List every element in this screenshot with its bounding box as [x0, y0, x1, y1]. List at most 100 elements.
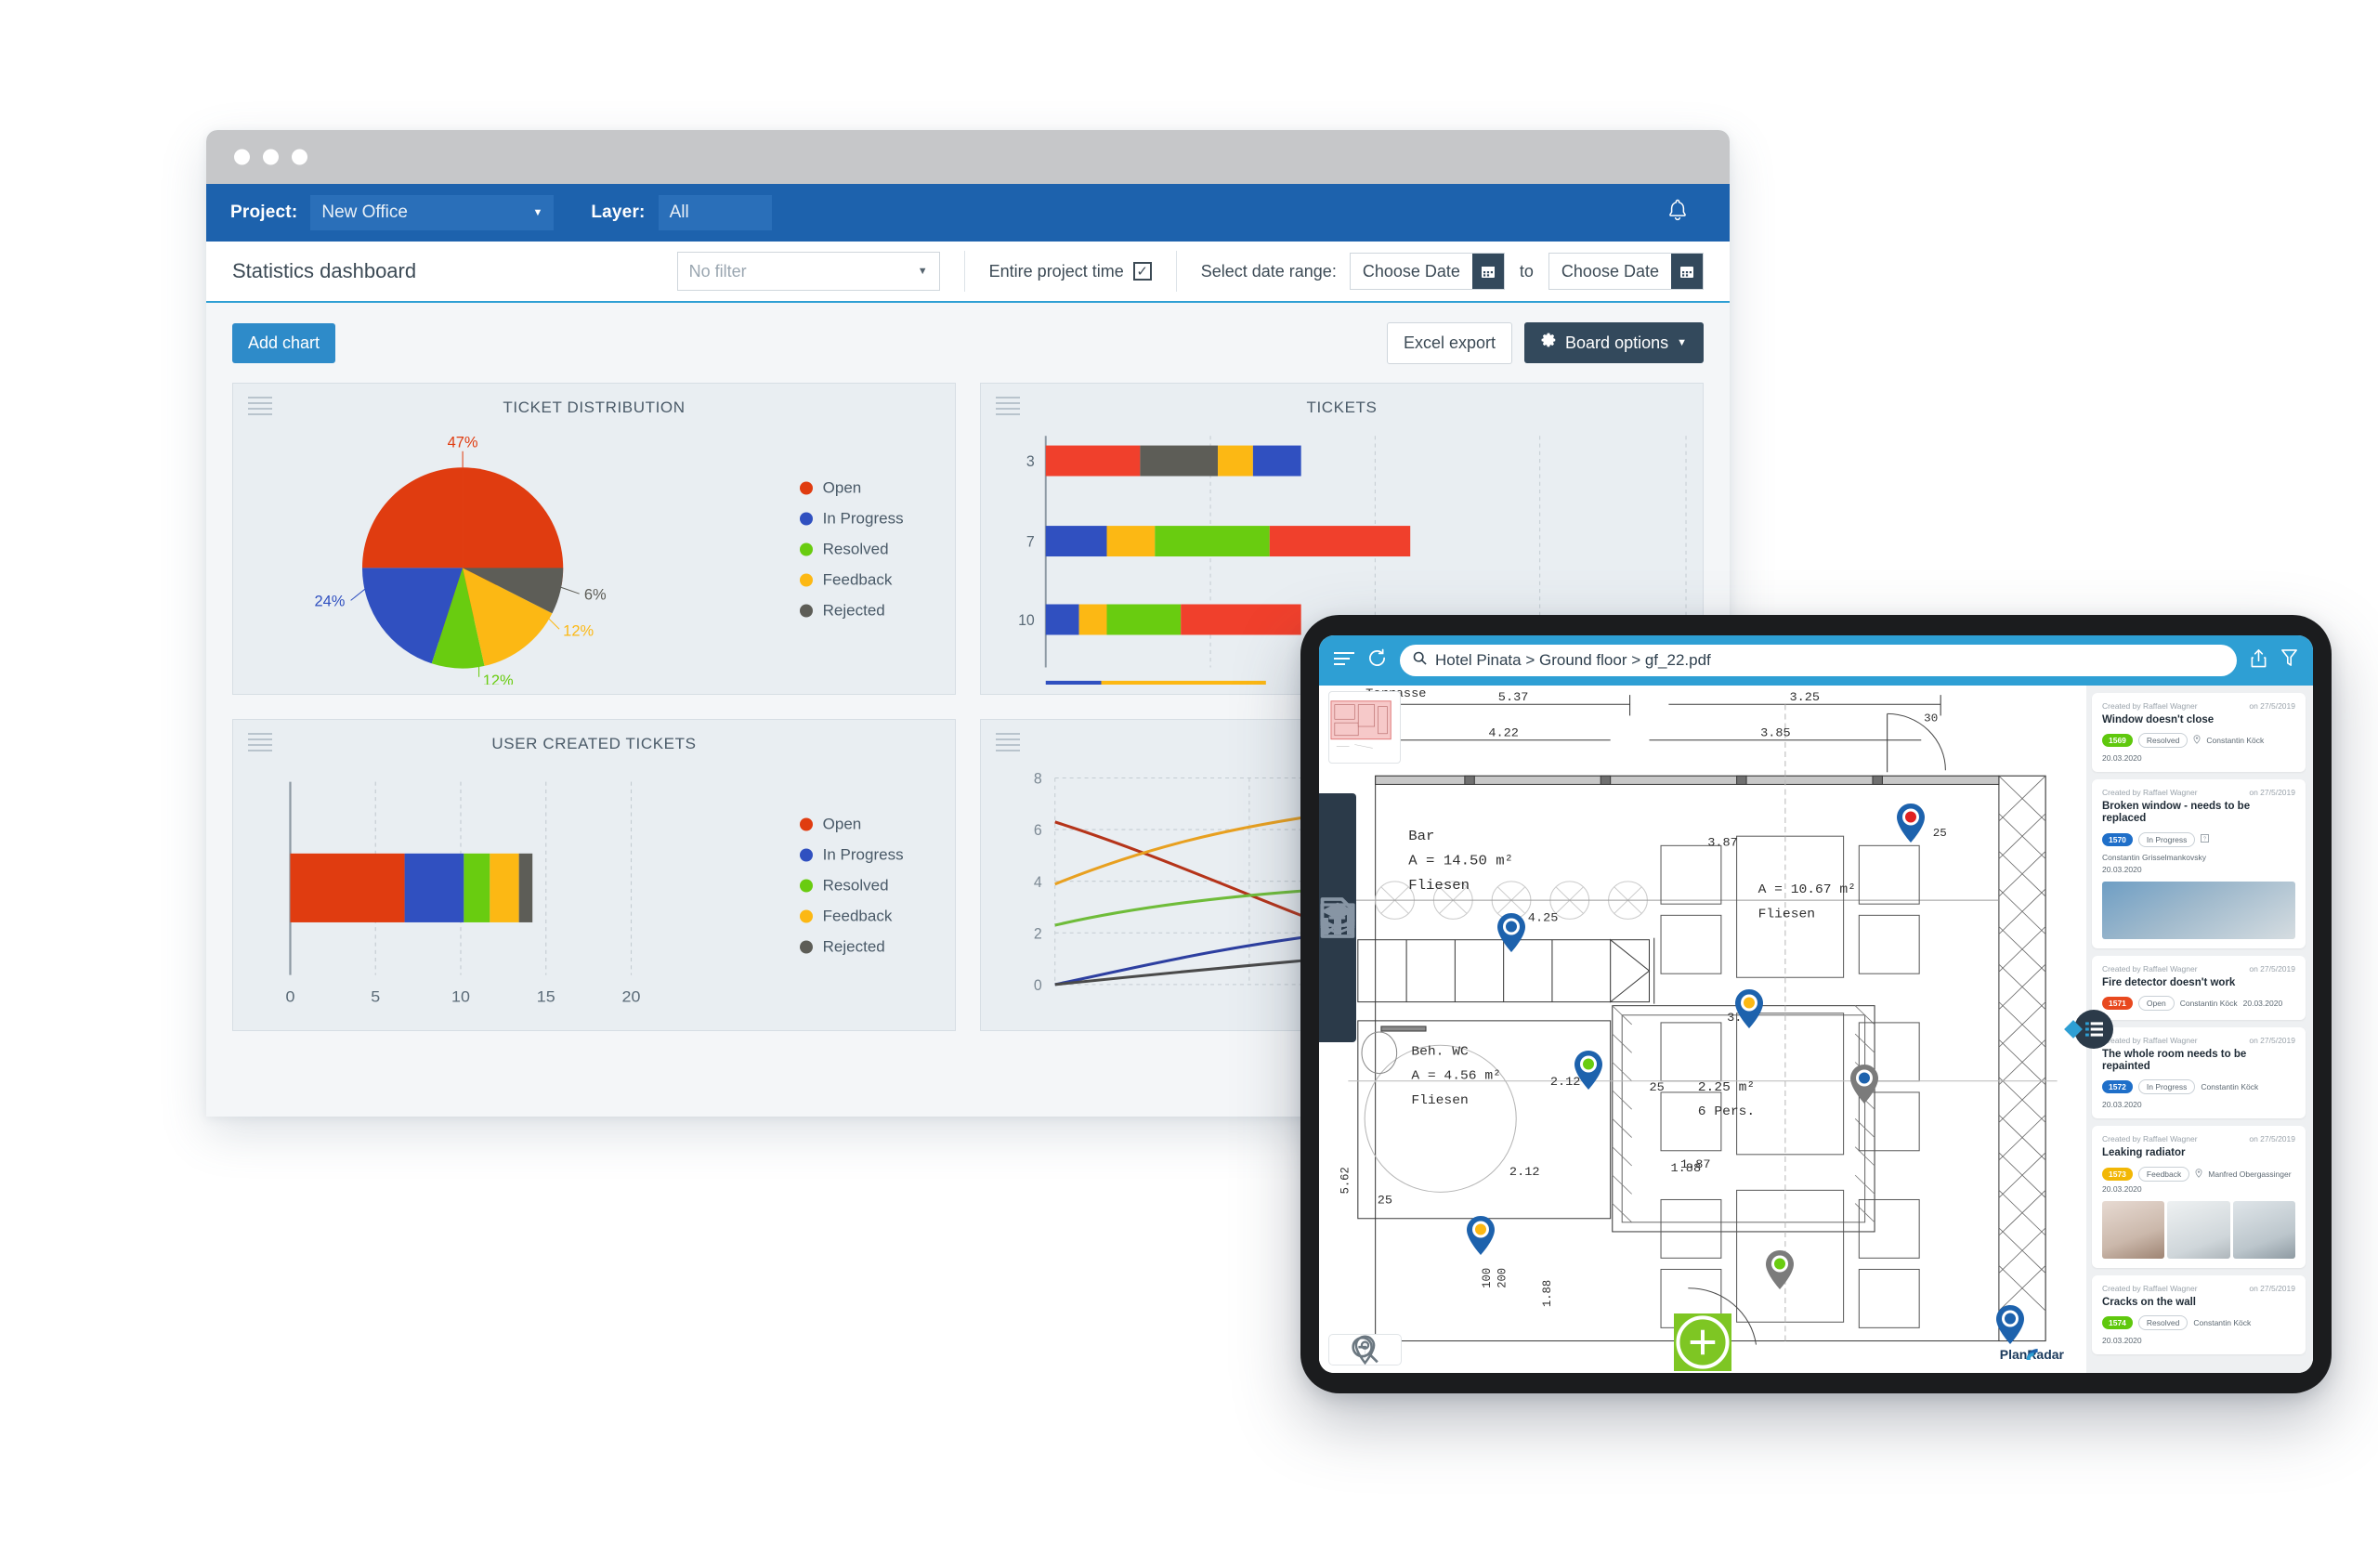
ticket-list-panel[interactable]: Created by Raffael Wagner on 27/5/2019 W… — [2086, 686, 2313, 1373]
axis-tick-label: 8 — [1034, 770, 1042, 787]
pie-slices — [361, 467, 564, 669]
pie-label-open: 47% — [448, 435, 478, 451]
ticket-photos — [2102, 1200, 2295, 1259]
plan-pin-blue[interactable] — [1496, 912, 1527, 953]
drag-handle-icon[interactable] — [996, 733, 1020, 755]
chart-card-user-created-tickets[interactable]: USER CREATED TICKETS 0 5 10 15 20 Open I… — [232, 719, 956, 1031]
layer-select-value: All — [669, 203, 689, 222]
axis-tick-label: 4 — [1034, 874, 1042, 891]
ticket-date: on 27/5/2019 — [2249, 788, 2295, 798]
plan-pin-grey-green[interactable] — [1764, 1249, 1796, 1290]
project-topbar: Project: New Office ▼ Layer: All — [206, 184, 1730, 242]
status-badge: Resolved — [2137, 733, 2189, 749]
chart-title: TICKET DISTRIBUTION — [503, 399, 686, 416]
list-item[interactable]: Created by Raffael Wagner on 27/5/2019 C… — [2092, 1274, 2306, 1354]
minimize-icon[interactable] — [263, 149, 279, 165]
pie-svg: 47% 24% 12% 12% 6% — [314, 435, 607, 685]
ticket-list-toggle-button[interactable] — [2064, 1010, 2113, 1049]
ticket-photo[interactable] — [2102, 1200, 2165, 1259]
list-item[interactable]: Created by Raffael Wagner on 27/5/2019 W… — [2092, 693, 2306, 773]
stacked-bar — [290, 853, 533, 922]
maximize-icon[interactable] — [292, 149, 307, 165]
plan-pin-green[interactable] — [1573, 1050, 1604, 1091]
close-icon[interactable] — [234, 149, 250, 165]
window-titlebar — [206, 130, 1730, 184]
filter-icon[interactable] — [2280, 648, 2298, 673]
drag-handle-icon[interactable] — [996, 397, 1020, 419]
drag-handle-icon[interactable] — [248, 733, 272, 755]
svg-text:?: ? — [2203, 837, 2206, 843]
legend-item[interactable]: Feedback — [799, 907, 904, 926]
board-options-button[interactable]: Board options ▼ — [1524, 322, 1704, 363]
user-created-legend: Open In Progress Resolved Feedback Rejec… — [799, 816, 904, 969]
plan-dimension: 25 — [1933, 827, 1947, 840]
layer-select[interactable]: All — [658, 195, 772, 230]
legend-item[interactable]: Feedback — [799, 571, 904, 590]
ticket-due-date: 20.03.2020 — [2102, 864, 2142, 874]
ticket-photo[interactable] — [2167, 1200, 2230, 1259]
legend-item[interactable]: In Progress — [799, 510, 904, 529]
date-to-value: Choose Date — [1548, 254, 1671, 289]
plan-pin-grey-blue[interactable] — [1849, 1064, 1880, 1104]
legend-item[interactable]: In Progress — [799, 845, 904, 865]
plan-dimension: 200 — [1496, 1268, 1509, 1288]
legend-item[interactable]: Resolved — [799, 540, 904, 559]
ticket-creator: Created by Raffael Wagner — [2102, 963, 2198, 973]
excel-export-button[interactable]: Excel export — [1386, 321, 1513, 364]
legend-item[interactable]: Open — [799, 816, 904, 834]
plan-pin-red[interactable] — [1895, 803, 1927, 843]
filter-select[interactable]: No filter ▼ — [676, 252, 940, 291]
list-item[interactable]: Created by Raffael Wagner on 27/5/2019 T… — [2092, 1026, 2306, 1119]
ticket-photo[interactable] — [2102, 881, 2295, 939]
ticket-due-date: 20.03.2020 — [2102, 1100, 2142, 1110]
plan-pin-yellow-right[interactable] — [1733, 988, 1765, 1029]
list-item[interactable]: Created by Raffael Wagner on 27/5/2019 F… — [2092, 955, 2306, 1020]
legend-item[interactable]: Resolved — [799, 877, 904, 895]
ticket-date: on 27/5/2019 — [2249, 1134, 2295, 1144]
list-item[interactable]: Created by Raffael Wagner on 27/5/2019 L… — [2092, 1126, 2306, 1268]
project-select[interactable]: New Office ▼ — [310, 195, 555, 230]
hamburger-icon[interactable] — [1334, 651, 1354, 671]
plan-dimension: 3.85 — [1760, 727, 1791, 741]
share-icon[interactable] — [2250, 648, 2267, 673]
pie-label-inprogress: 24% — [314, 594, 345, 610]
chart-card-ticket-distribution[interactable]: TICKET DISTRIBUTION 47% 24% 12% 12% 6% O… — [232, 383, 956, 695]
list-icon — [2084, 1022, 2103, 1037]
pie-legend: Open In Progress Resolved Feedback Rejec… — [799, 478, 904, 633]
ticket-assignee: Constantin Köck — [2193, 1317, 2252, 1327]
refresh-icon[interactable] — [1367, 648, 1387, 673]
tablet-device: Hotel Pinata > Ground floor > gf_22.pdf — [1300, 615, 2332, 1393]
ticket-title: Window doesn't close — [2102, 714, 2215, 725]
plan-thumbnail[interactable] — [1328, 691, 1401, 764]
legend-label: In Progress — [822, 845, 904, 864]
add-chart-button[interactable]: Add chart — [232, 322, 336, 363]
legend-item[interactable]: Rejected — [799, 602, 904, 621]
bell-icon[interactable] — [1666, 199, 1689, 228]
ticket-due-date: 20.03.2020 — [2102, 1183, 2142, 1194]
legend-label: Open — [822, 478, 862, 497]
legend-label: Resolved — [822, 540, 889, 558]
plan-dimension: 5.62 — [1339, 1167, 1352, 1194]
plan-search-input[interactable]: Hotel Pinata > Ground floor > gf_22.pdf — [1400, 645, 2237, 676]
date-to-field[interactable]: Choose Date — [1548, 253, 1704, 290]
ticket-photo[interactable] — [2232, 1200, 2295, 1259]
legend-color-inprogress — [799, 848, 813, 862]
plan-pin-blue-bottom[interactable] — [1994, 1304, 2026, 1345]
date-from-field[interactable]: Choose Date — [1349, 253, 1505, 290]
legend-item[interactable]: Rejected — [799, 938, 904, 957]
list-item[interactable]: Created by Raffael Wagner on 27/5/2019 B… — [2092, 779, 2306, 948]
plan-pin-yellow-left[interactable] — [1465, 1215, 1496, 1256]
drag-handle-icon[interactable] — [248, 397, 272, 419]
page-title: Statistics dashboard — [232, 259, 417, 282]
entire-project-time-checkbox[interactable]: ✓ — [1132, 262, 1152, 281]
axis-tick-label: 0 — [1034, 977, 1042, 994]
floor-plan-viewer[interactable]: Terrasse 5.37 3.25 4.22 3.85 30 25 Bar A… — [1319, 686, 2086, 1373]
legend-label: Feedback — [822, 907, 893, 925]
add-ticket-button[interactable] — [1674, 1313, 1731, 1371]
entire-project-time-toggle[interactable]: Entire project time ✓ — [989, 262, 1152, 281]
axis-tick-label: 5 — [371, 987, 380, 1005]
calendar-icon[interactable] — [1471, 254, 1504, 289]
status-badge: Resolved — [2137, 1314, 2189, 1330]
calendar-icon[interactable] — [1671, 254, 1703, 289]
legend-item[interactable]: Open — [799, 478, 904, 498]
